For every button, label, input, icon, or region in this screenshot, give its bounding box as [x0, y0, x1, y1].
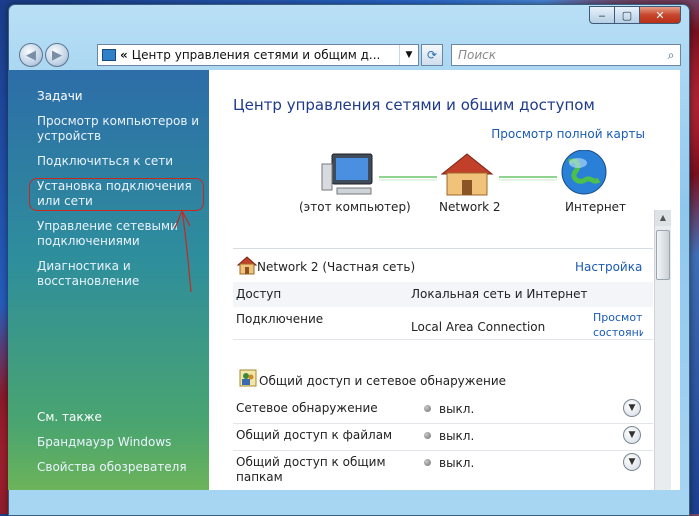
public-folder-sharing-status: выкл.: [439, 456, 475, 470]
navigation-bar: ◀ ▶ « Центр управления сетями и общим д.…: [17, 41, 681, 69]
search-box[interactable]: Поиск ⌕: [451, 44, 681, 66]
scroll-up-arrow-icon[interactable]: ▲: [655, 210, 671, 226]
sidebar-item-firewall[interactable]: Брандмауэр Windows: [37, 435, 205, 450]
chevron-down-icon[interactable]: ▼: [623, 453, 641, 471]
network-settings-link[interactable]: Настройка: [575, 260, 642, 274]
sidebar-tasks-header: Задачи: [37, 89, 83, 103]
map-node-this-computer[interactable]: (этот компьютер): [299, 200, 411, 214]
network-discovery-label: Сетевое обнаружение: [236, 401, 378, 415]
access-label: Доступ: [236, 287, 282, 301]
breadcrumb-chevron-icon[interactable]: «: [120, 48, 128, 62]
sidebar: Задачи Просмотр компьютеров и устройств …: [8, 70, 209, 490]
refresh-icon: ⟳: [426, 48, 438, 62]
address-text: Центр управления сетями и общим д...: [131, 48, 381, 62]
sidebar-item-view-computers[interactable]: Просмотр компьютеров и устройств: [37, 114, 205, 144]
scroll-thumb[interactable]: [656, 230, 670, 280]
chevron-down-icon[interactable]: ▼: [623, 426, 641, 444]
view-status-link[interactable]: Просмотр состояния: [593, 310, 643, 340]
back-arrow-icon: ◀: [26, 47, 36, 63]
forward-arrow-icon: ▶: [52, 47, 62, 63]
map-node-internet[interactable]: Интернет: [565, 200, 626, 214]
search-input[interactable]: Поиск: [452, 48, 662, 62]
network-house-icon: [237, 256, 257, 275]
file-sharing-label: Общий доступ к файлам: [236, 428, 393, 442]
computer-icon: [321, 153, 373, 195]
public-folder-sharing-label: Общий доступ к общим папкам: [236, 455, 386, 484]
sidebar-item-internet-options[interactable]: Свойства обозревателя: [37, 460, 205, 475]
search-icon[interactable]: ⌕: [662, 48, 680, 63]
internet-globe-icon: [561, 150, 607, 195]
address-bar[interactable]: « Центр управления сетями и общим д... ▼: [97, 44, 419, 66]
status-dot-icon: [424, 405, 431, 412]
sidebar-item-diagnose-repair[interactable]: Диагностика и восстановление: [37, 259, 205, 289]
sidebar-item-connect-network[interactable]: Подключиться к сети: [37, 154, 205, 169]
vertical-scrollbar[interactable]: ▲: [654, 210, 671, 490]
connection-value: Local Area Connection: [411, 320, 546, 334]
file-sharing-status: выкл.: [439, 429, 475, 443]
red-highlight-outline: [29, 178, 204, 211]
access-value: Локальная сеть и Интернет: [411, 287, 588, 301]
status-dot-icon: [424, 459, 431, 466]
sharing-users-icon: [239, 369, 257, 387]
sidebar-item-manage-connections[interactable]: Управление сетевыми подключениями: [37, 219, 205, 249]
view-full-map-link[interactable]: Просмотр полной карты: [491, 127, 645, 141]
refresh-button[interactable]: ⟳: [421, 44, 443, 66]
connection-label: Подключение: [236, 312, 324, 326]
section-divider: [233, 248, 653, 249]
status-dot-icon: [424, 432, 431, 439]
maximize-button[interactable]: ▢: [614, 6, 640, 24]
main-content: Центр управления сетями и общим доступом…: [209, 70, 680, 490]
network-discovery-status: выкл.: [439, 402, 475, 416]
network-title: Network 2 (Частная сеть): [257, 260, 416, 274]
control-panel-icon: [102, 49, 116, 61]
back-button[interactable]: ◀: [19, 43, 43, 67]
forward-button[interactable]: ▶: [45, 43, 69, 67]
map-node-network[interactable]: Network 2: [439, 200, 501, 214]
caption-buttons: ‒ ▢ ✕: [589, 6, 681, 24]
chevron-down-icon[interactable]: ▼: [623, 399, 641, 417]
minimize-button[interactable]: ‒: [589, 6, 615, 24]
sharing-section-title: Общий доступ и сетевое обнаружение: [259, 374, 507, 388]
close-button[interactable]: ✕: [639, 6, 681, 24]
address-dropdown-icon[interactable]: ▼: [399, 45, 418, 65]
sidebar-see-also-header: См. также: [37, 410, 102, 424]
page-title: Центр управления сетями и общим доступом: [233, 96, 595, 114]
home-network-icon: [440, 153, 494, 196]
